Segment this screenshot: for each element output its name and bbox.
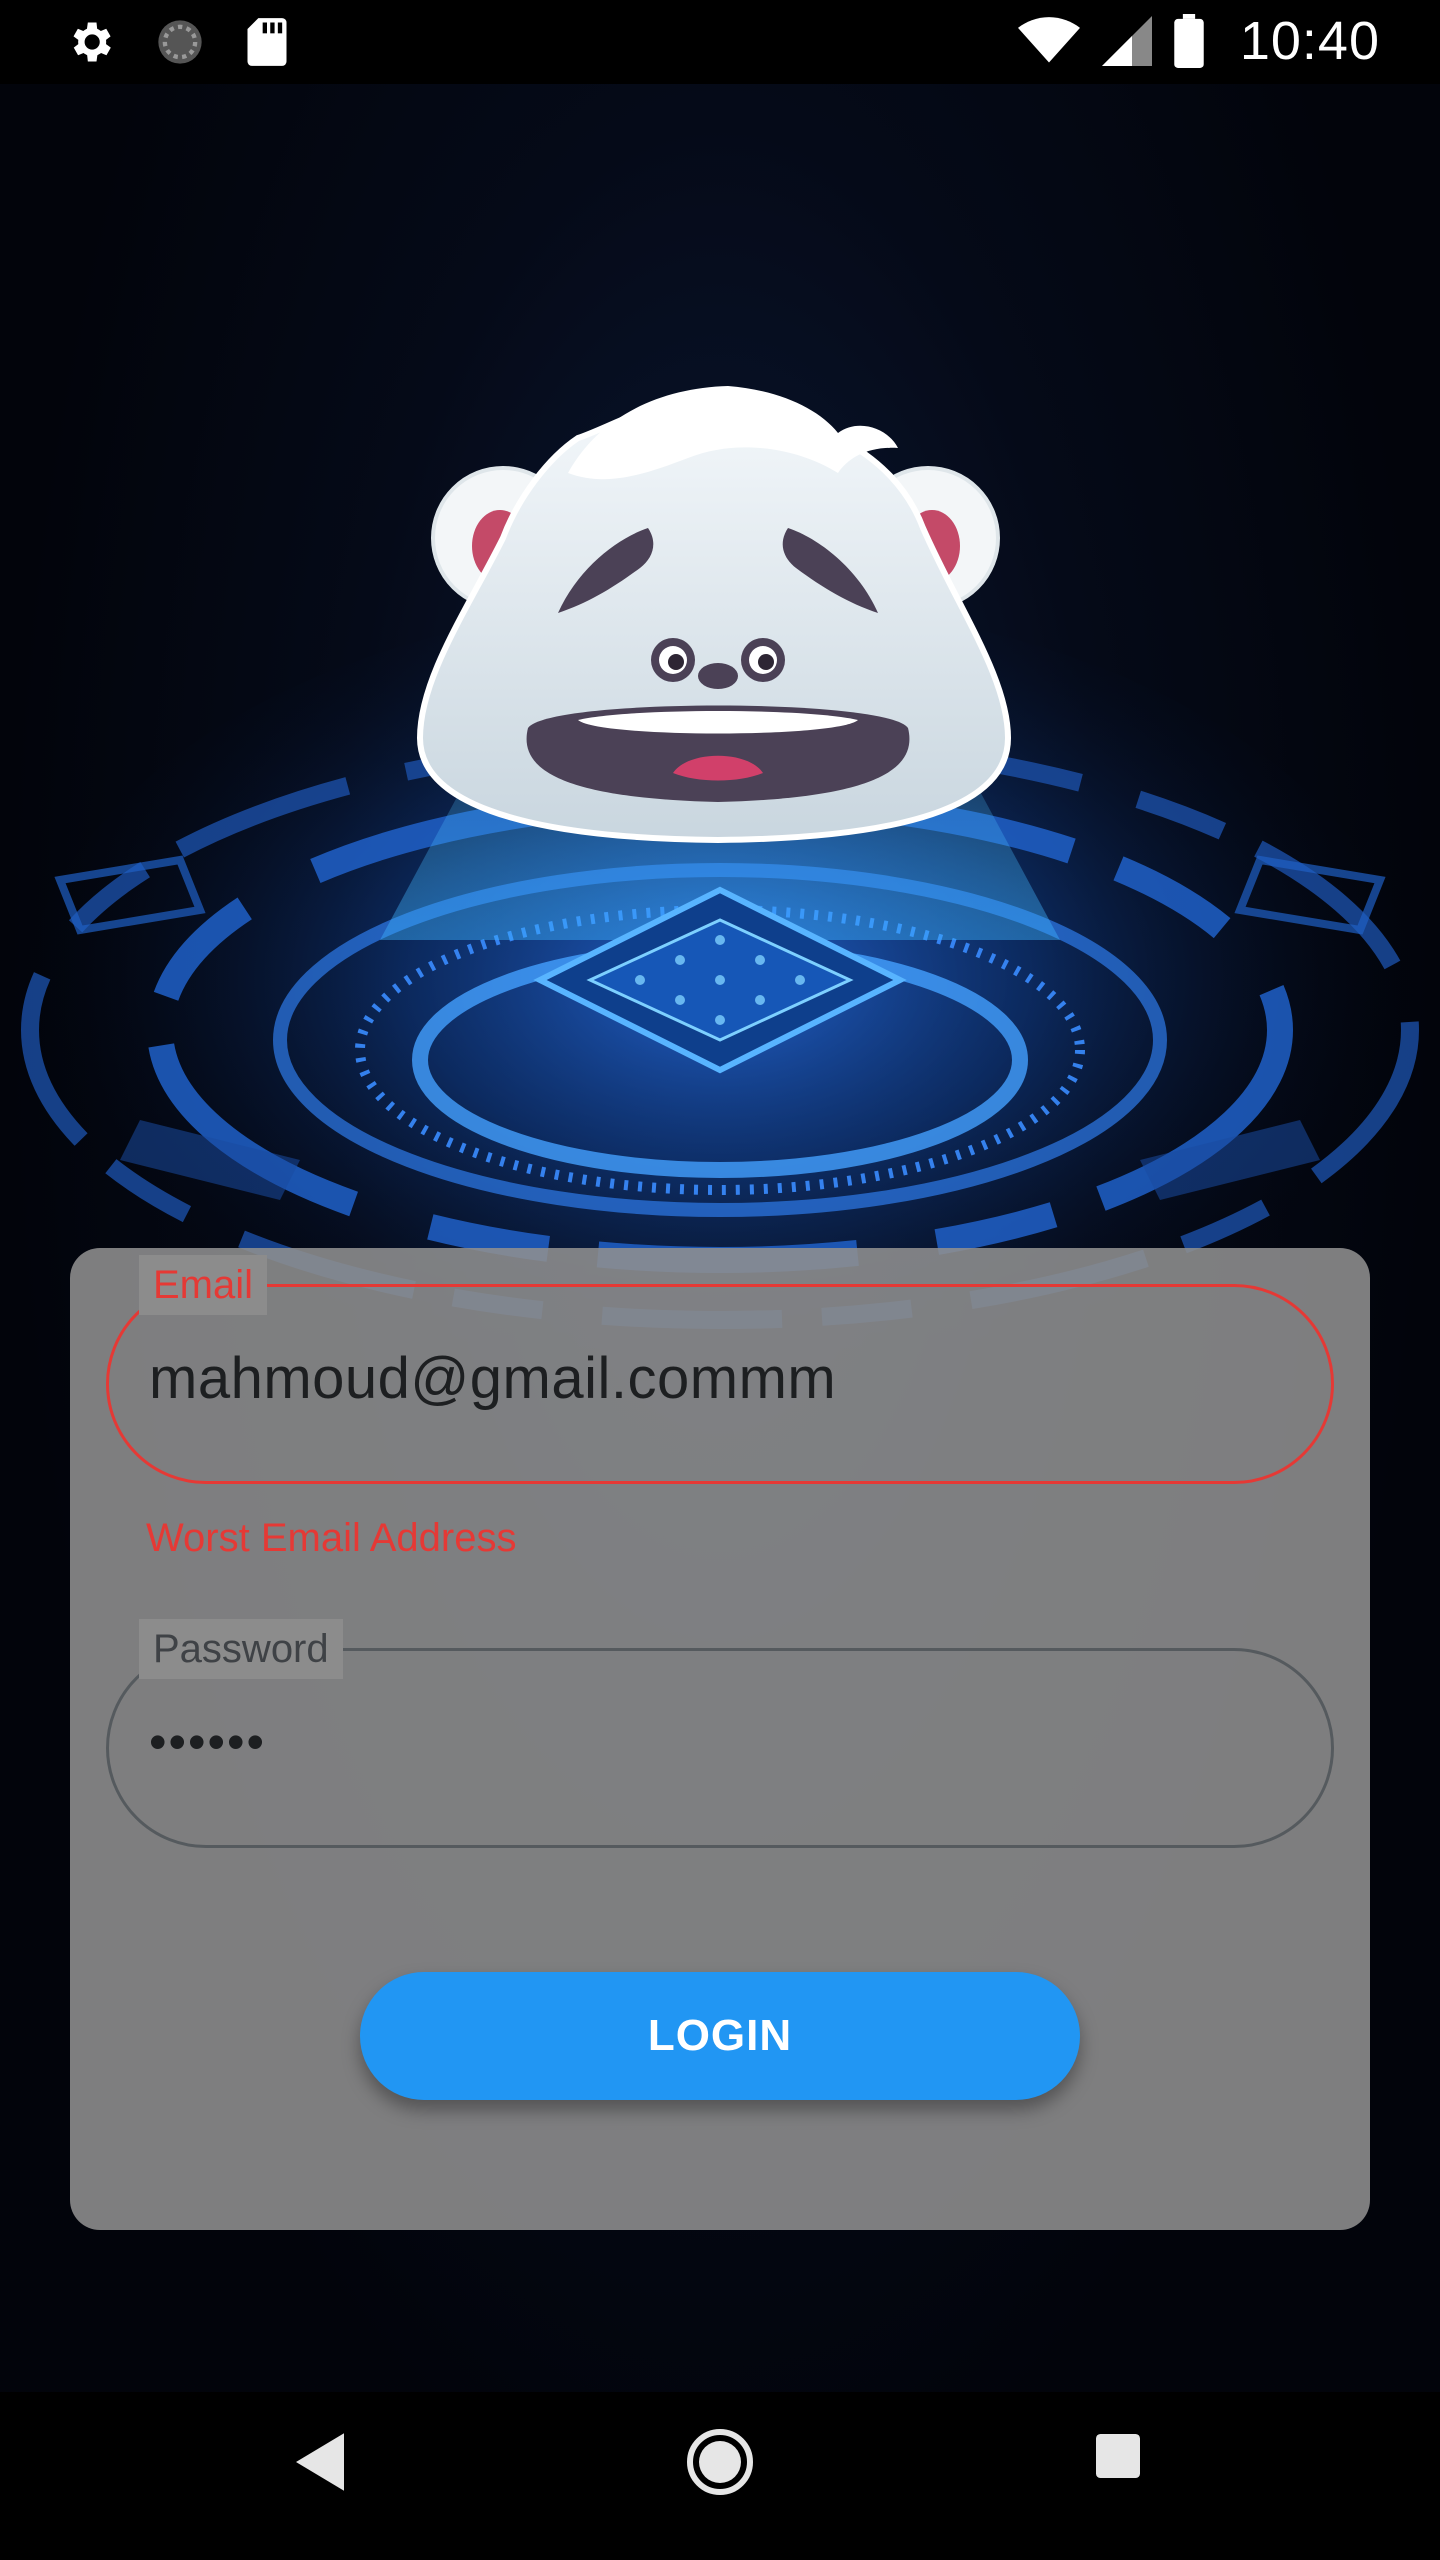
battery-icon (1174, 14, 1204, 68)
clock: 10:40 (1239, 11, 1380, 71)
settings-icon (73, 22, 111, 62)
login-button[interactable]: LOGIN (360, 1972, 1080, 2100)
sync-icon (158, 20, 202, 64)
cell-signal-icon (1101, 16, 1152, 66)
email-field[interactable]: Email mahmoud@gmail.commm (106, 1255, 1334, 1484)
login-button-label: LOGIN (647, 2011, 793, 2060)
scared-bear-mascot-icon (416, 386, 1012, 844)
login-card: Email mahmoud@gmail.commm Worst Email Ad… (70, 1248, 1370, 2230)
status-bar: 10:40 (0, 0, 1440, 84)
email-input-value[interactable]: mahmoud@gmail.commm (149, 1345, 836, 1412)
recents-icon[interactable] (1096, 2434, 1140, 2478)
password-label: Password (139, 1619, 343, 1679)
password-field[interactable]: Password •••••• (106, 1619, 1334, 1848)
sd-card-icon (247, 18, 287, 66)
navigation-bar (0, 2392, 1440, 2560)
email-label: Email (139, 1255, 268, 1315)
wifi-icon (1017, 17, 1080, 63)
back-icon[interactable] (296, 2432, 344, 2492)
login-screen: 10:40 Email mahmoud@gmail.commm Worst Em… (0, 0, 1440, 2560)
password-input-value[interactable]: •••••• (149, 1713, 266, 1771)
email-error-message: Worst Email Address (146, 1516, 517, 1560)
home-icon[interactable] (684, 2426, 756, 2498)
